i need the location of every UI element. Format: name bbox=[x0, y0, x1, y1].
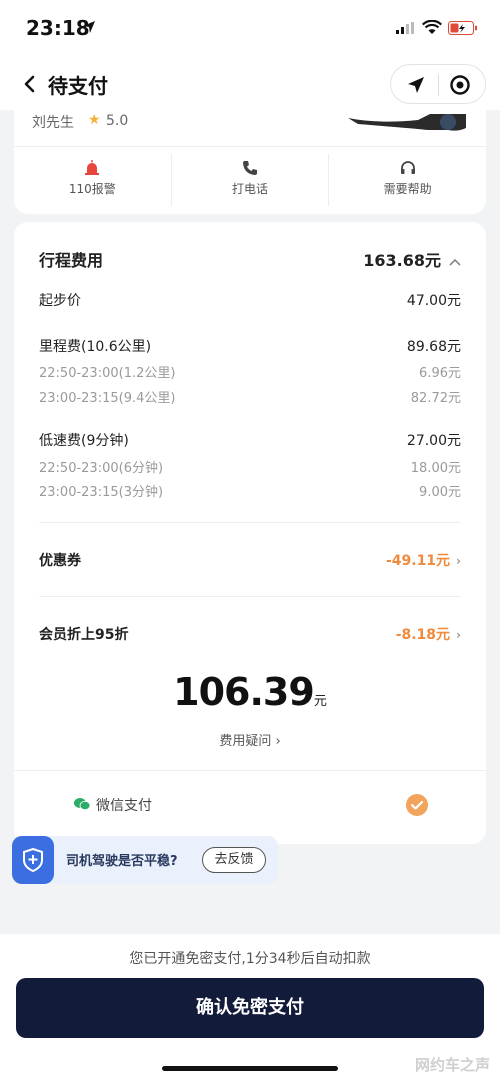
chevron-right-icon: › bbox=[456, 628, 461, 642]
alarm-button[interactable]: 110报警 bbox=[14, 154, 171, 206]
pay-amount: 106.39 bbox=[173, 670, 315, 714]
divider bbox=[39, 522, 461, 523]
fee-total: 163.68元 bbox=[363, 247, 461, 271]
nav-bar: 待支付 bbox=[0, 58, 500, 110]
alarm-label: 110报警 bbox=[68, 182, 116, 196]
coupon-amount: -49.11元 › bbox=[386, 550, 461, 570]
chevron-right-icon: › bbox=[456, 554, 461, 568]
wifi-icon bbox=[422, 20, 442, 34]
pay-total: 106.39元 bbox=[14, 670, 486, 714]
call-label: 打电话 bbox=[232, 182, 269, 196]
back-icon[interactable] bbox=[18, 72, 42, 96]
low-speed-fee-label: 低速费(9分钟) bbox=[39, 433, 129, 449]
divider bbox=[14, 146, 486, 147]
low-speed-sub-value: 9.00元 bbox=[419, 485, 461, 500]
coupon-value: -49.11元 bbox=[385, 553, 451, 569]
low-speed-sub-label: 22:50-23:00(6分钟) bbox=[39, 461, 164, 476]
base-fee-row: 起步价 47.00元 bbox=[39, 290, 461, 310]
battery-icon bbox=[448, 21, 477, 35]
mileage-sub-label: 23:00-23:15(9.4公里) bbox=[39, 391, 176, 406]
mileage-sub-row: 22:50-23:00(1.2公里) 6.96元 bbox=[39, 362, 461, 381]
shield-badge bbox=[12, 836, 54, 884]
mileage-fee-value: 89.68元 bbox=[406, 339, 461, 355]
driver-rating: 5.0 bbox=[106, 113, 129, 129]
member-discount-row[interactable]: 会员折上95折 -8.18元 › bbox=[39, 624, 461, 644]
fee-card: 行程费用 163.68元 起步价 47.00元 里程费(10.6公里) 89.6… bbox=[14, 222, 486, 844]
status-bar: 23:18 bbox=[0, 0, 500, 58]
bottom-bar: 您已开通免密支付,1分34秒后自动扣款 确认免密支付 网约车之声 bbox=[0, 934, 500, 1082]
status-time: 23:18 bbox=[26, 16, 90, 40]
fee-header[interactable]: 行程费用 163.68元 bbox=[39, 247, 461, 271]
member-discount-amount: -8.18元 › bbox=[396, 624, 461, 644]
location-arrow-icon bbox=[83, 21, 95, 33]
coupon-label: 优惠券 bbox=[39, 553, 81, 569]
low-speed-sub-label: 23:00-23:15(3分钟) bbox=[39, 485, 164, 500]
target-icon[interactable] bbox=[449, 74, 471, 96]
coupon-row[interactable]: 优惠券 -49.11元 › bbox=[39, 550, 461, 570]
headset-icon bbox=[400, 161, 415, 174]
payment-selected-checkbox[interactable] bbox=[406, 794, 428, 816]
phone-icon bbox=[243, 161, 257, 175]
driver-actions: 110报警 打电话 需要帮助 bbox=[14, 154, 486, 206]
base-fee-label: 起步价 bbox=[39, 293, 81, 309]
low-speed-sub-row: 23:00-23:15(3分钟) 9.00元 bbox=[39, 481, 461, 500]
fee-title: 行程费用 bbox=[39, 251, 104, 270]
low-speed-sub-row: 22:50-23:00(6分钟) 18.00元 bbox=[39, 457, 461, 476]
call-button[interactable]: 打电话 bbox=[170, 154, 329, 206]
low-speed-fee-row: 低速费(9分钟) 27.00元 bbox=[39, 430, 461, 450]
fee-question-link[interactable]: 费用疑问 › bbox=[14, 730, 486, 749]
car-image bbox=[348, 114, 466, 131]
help-button[interactable]: 需要帮助 bbox=[328, 154, 486, 206]
divider bbox=[14, 770, 486, 771]
pay-unit: 元 bbox=[313, 694, 327, 709]
chevron-up-icon bbox=[449, 258, 461, 266]
feedback-bubble: 司机驾驶是否平稳? 去反馈 bbox=[12, 836, 278, 884]
feedback-question: 司机驾驶是否平稳? bbox=[66, 854, 178, 869]
nav-actions bbox=[390, 64, 486, 104]
mileage-sub-label: 22:50-23:00(1.2公里) bbox=[39, 366, 176, 381]
driver-card: 刘先生 ★ 5.0 110报警 打电话 需要帮助 bbox=[14, 110, 486, 214]
divider bbox=[39, 596, 461, 597]
payment-method-label: 微信支付 bbox=[96, 798, 152, 814]
mileage-fee-label: 里程费(10.6公里) bbox=[39, 339, 152, 355]
feedback-button[interactable]: 去反馈 bbox=[202, 847, 266, 873]
member-discount-value: -8.18元 bbox=[395, 627, 451, 643]
page-title: 待支付 bbox=[48, 74, 108, 98]
driver-name: 刘先生 bbox=[32, 115, 74, 131]
mileage-sub-value: 82.72元 bbox=[410, 391, 461, 406]
base-fee-value: 47.00元 bbox=[406, 293, 461, 309]
mileage-sub-row: 23:00-23:15(9.4公里) 82.72元 bbox=[39, 387, 461, 406]
alarm-icon bbox=[85, 160, 100, 175]
fee-question-label: 费用疑问 bbox=[219, 734, 272, 749]
member-discount-label: 会员折上95折 bbox=[39, 627, 129, 643]
fee-total-value: 163.68元 bbox=[363, 251, 441, 270]
star-icon: ★ bbox=[88, 112, 101, 128]
check-icon bbox=[410, 800, 424, 810]
signal-icon bbox=[396, 22, 414, 34]
mileage-sub-value: 6.96元 bbox=[419, 366, 461, 381]
confirm-pay-button[interactable]: 确认免密支付 bbox=[16, 978, 484, 1038]
divider bbox=[438, 74, 439, 96]
help-label: 需要帮助 bbox=[383, 182, 432, 196]
watermark: 网约车之声 bbox=[414, 1056, 490, 1074]
chevron-right-icon: › bbox=[275, 734, 281, 749]
shield-plus-icon bbox=[23, 848, 43, 872]
wechat-pay-icon bbox=[74, 798, 90, 810]
navigation-icon[interactable] bbox=[406, 75, 426, 95]
low-speed-fee-value: 27.00元 bbox=[406, 433, 461, 449]
low-speed-sub-value: 18.00元 bbox=[410, 461, 461, 476]
home-indicator[interactable] bbox=[162, 1066, 338, 1071]
mileage-fee-row: 里程费(10.6公里) 89.68元 bbox=[39, 336, 461, 356]
auto-pay-notice: 您已开通免密支付,1分34秒后自动扣款 bbox=[129, 951, 371, 967]
